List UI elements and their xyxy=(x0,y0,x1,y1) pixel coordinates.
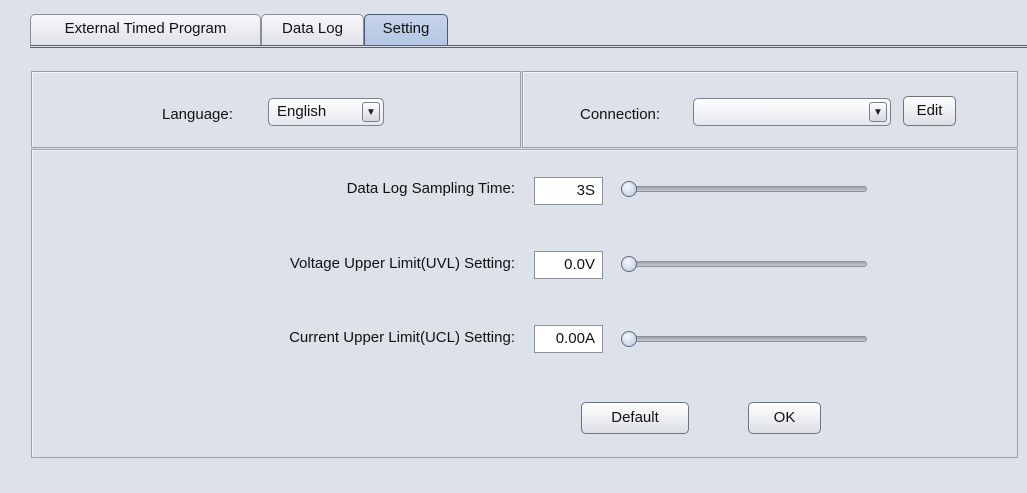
sampling-time-label: Data Log Sampling Time: xyxy=(346,180,515,197)
default-button[interactable]: Default xyxy=(581,402,689,434)
tab-label: Data Log xyxy=(282,20,343,37)
connection-select[interactable]: ▼ xyxy=(693,98,891,126)
ucl-label: Current Upper Limit(UCL) Setting: xyxy=(289,329,515,346)
language-label: Language: xyxy=(162,106,233,123)
ucl-field[interactable]: 0.00A xyxy=(534,325,603,353)
uvl-field[interactable]: 0.0V xyxy=(534,251,603,279)
chevron-down-icon[interactable]: ▼ xyxy=(362,102,380,122)
slider-thumb-icon[interactable] xyxy=(621,256,637,272)
uvl-label: Voltage Upper Limit(UVL) Setting: xyxy=(289,255,515,272)
connection-panel: Connection: ▼ Edit xyxy=(522,71,1018,148)
ok-button[interactable]: OK xyxy=(748,402,821,434)
sampling-time-field[interactable]: 3S xyxy=(534,177,603,205)
chevron-down-icon[interactable]: ▼ xyxy=(869,102,887,122)
sampling-time-slider[interactable] xyxy=(622,186,867,192)
default-button-label: Default xyxy=(611,409,659,426)
tab-underline xyxy=(30,45,1027,48)
edit-button[interactable]: Edit xyxy=(903,96,956,126)
edit-button-label: Edit xyxy=(916,102,943,119)
tab-label: Setting xyxy=(382,20,430,37)
tab-label: External Timed Program xyxy=(64,20,227,37)
ucl-slider[interactable] xyxy=(622,336,867,342)
tab-setting[interactable]: Setting xyxy=(364,14,448,46)
language-value: English xyxy=(277,103,327,120)
slider-thumb-icon[interactable] xyxy=(621,181,637,197)
language-select[interactable]: English ▼ xyxy=(268,98,384,126)
connection-label: Connection: xyxy=(580,106,661,123)
settings-panel: Data Log Sampling Time: 3S Voltage Upper… xyxy=(31,149,1018,458)
tab-external-timed-program[interactable]: External Timed Program xyxy=(30,14,261,46)
ok-button-label: OK xyxy=(773,409,796,426)
language-panel: Language: English ▼ xyxy=(31,71,521,148)
tab-data-log[interactable]: Data Log xyxy=(261,14,364,46)
uvl-slider[interactable] xyxy=(622,261,867,267)
slider-thumb-icon[interactable] xyxy=(621,331,637,347)
